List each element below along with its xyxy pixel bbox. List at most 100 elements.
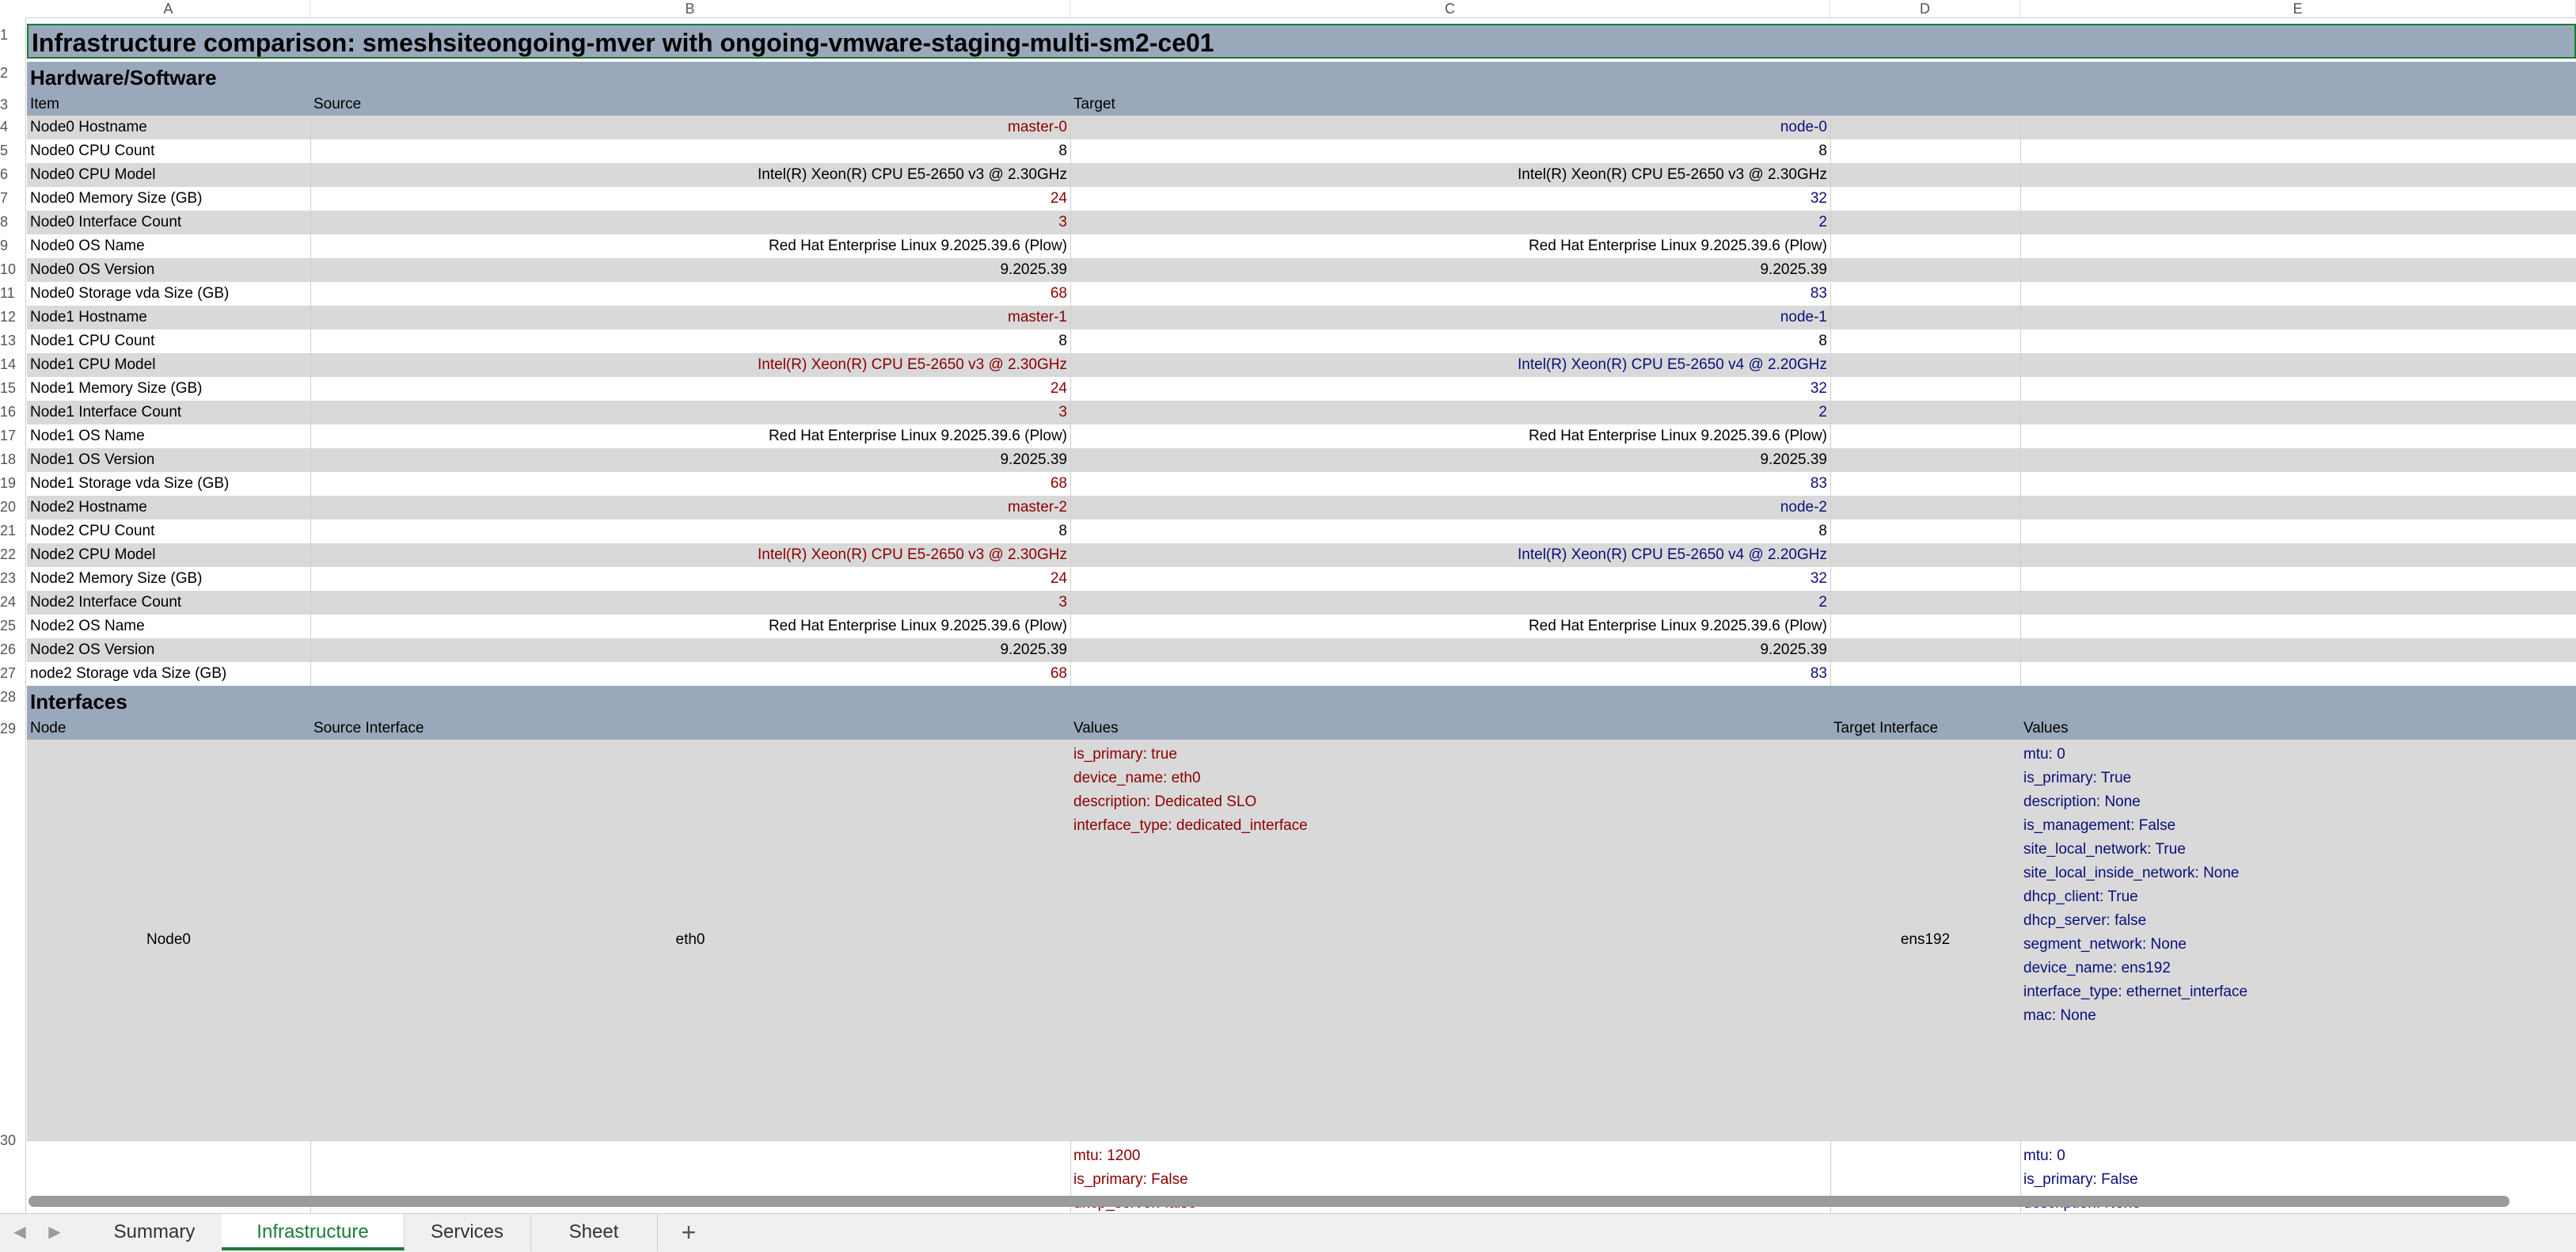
hw-source-cell[interactable]: 8 (310, 139, 1070, 163)
row-number[interactable]: 25 (0, 618, 25, 637)
hw-item-cell[interactable]: Node0 Storage vda Size (GB) (27, 282, 310, 306)
hw-table-row[interactable]: Node1 OS Name Red Hat Enterprise Linux 9.… (27, 424, 2576, 448)
hw-item-cell[interactable]: Node2 CPU Model (27, 543, 310, 567)
hw-target-cell[interactable]: 8 (1070, 329, 1830, 353)
hw-source-cell[interactable]: 8 (310, 329, 1070, 353)
hw-table-row[interactable]: Node0 CPU Model Intel(R) Xeon(R) CPU E5-2… (27, 163, 2576, 187)
row-number[interactable]: 1 (0, 27, 25, 46)
hw-target-cell[interactable]: Intel(R) Xeon(R) CPU E5-2650 v4 @ 2.20GH… (1070, 543, 1830, 567)
interface-row[interactable]: Node0 eth0 is_primary: true device_name:… (27, 740, 2576, 1140)
hw-table-row[interactable]: Node1 Hostname master-1 node-1 (27, 306, 2576, 329)
hw-target-cell[interactable]: 2 (1070, 211, 1830, 234)
row-number[interactable]: 2 (0, 65, 25, 84)
hw-item-cell[interactable]: Node0 CPU Count (27, 139, 310, 163)
hw-target-cell[interactable]: 32 (1070, 187, 1830, 211)
hw-item-cell[interactable]: Node1 Hostname (27, 306, 310, 329)
hw-source-cell[interactable]: master-0 (310, 116, 1070, 139)
hw-source-cell[interactable]: master-2 (310, 496, 1070, 519)
hw-target-cell[interactable]: 8 (1070, 519, 1830, 543)
hw-source-cell[interactable]: 3 (310, 401, 1070, 424)
row-number[interactable]: 11 (0, 285, 25, 304)
hw-source-cell[interactable]: 68 (310, 472, 1070, 496)
tab-services[interactable]: Services (404, 1214, 531, 1250)
row-number[interactable]: 18 (0, 451, 25, 470)
hw-target-cell[interactable]: 83 (1070, 282, 1830, 306)
hw-source-cell[interactable]: 8 (310, 519, 1070, 543)
hw-table-row[interactable]: Node1 Storage vda Size (GB) 68 83 (27, 472, 2576, 496)
hw-item-cell[interactable]: node2 Storage vda Size (GB) (27, 662, 310, 686)
hw-target-cell[interactable]: 2 (1070, 591, 1830, 615)
row-number[interactable]: 20 (0, 499, 25, 518)
hw-source-cell[interactable]: 68 (310, 282, 1070, 306)
hw-target-cell[interactable]: Red Hat Enterprise Linux 9.2025.39.6 (Pl… (1070, 615, 1830, 638)
if-header-row[interactable]: Node Source Interface Values Target Inte… (27, 717, 2576, 740)
hw-header-row[interactable]: Item Source Target (27, 93, 2576, 116)
hw-item-cell[interactable]: Node2 OS Name (27, 615, 310, 638)
hw-source-cell[interactable]: Red Hat Enterprise Linux 9.2025.39.6 (Pl… (310, 615, 1070, 638)
hw-item-cell[interactable]: Node2 Memory Size (GB) (27, 567, 310, 591)
hw-item-cell[interactable]: Node0 Memory Size (GB) (27, 187, 310, 211)
hw-table-row[interactable]: Node1 Memory Size (GB) 24 32 (27, 377, 2576, 401)
hw-target-cell[interactable]: node-1 (1070, 306, 1830, 329)
hw-table-row[interactable]: Node1 OS Version 9.2025.39 9.2025.39 (27, 448, 2576, 472)
column-header-d[interactable]: D (1830, 0, 2020, 17)
hw-item-cell[interactable]: Node2 Hostname (27, 496, 310, 519)
hw-item-cell[interactable]: Node0 Hostname (27, 116, 310, 139)
row-number[interactable]: 16 (0, 404, 25, 423)
hw-source-cell[interactable]: 3 (310, 211, 1070, 234)
hw-table-row[interactable]: Node2 CPU Model Intel(R) Xeon(R) CPU E5-2… (27, 543, 2576, 567)
hw-target-cell[interactable]: Red Hat Enterprise Linux 9.2025.39.6 (Pl… (1070, 424, 1830, 448)
hw-target-cell[interactable]: 8 (1070, 139, 1830, 163)
hw-item-cell[interactable]: Node2 OS Version (27, 638, 310, 662)
hw-table-row[interactable]: Node2 OS Name Red Hat Enterprise Linux 9.… (27, 615, 2576, 638)
hw-target-cell[interactable]: node-2 (1070, 496, 1830, 519)
hw-item-cell[interactable]: Node2 CPU Count (27, 519, 310, 543)
hw-table-row[interactable]: Node0 Memory Size (GB) 24 32 (27, 187, 2576, 211)
hw-item-cell[interactable]: Node1 CPU Count (27, 329, 310, 353)
row-number[interactable]: 22 (0, 546, 25, 565)
hw-item-cell[interactable]: Node0 Interface Count (27, 211, 310, 234)
hw-target-cell[interactable]: 9.2025.39 (1070, 448, 1830, 472)
hw-table-row[interactable]: Node0 Interface Count 3 2 (27, 211, 2576, 234)
hw-source-cell[interactable]: 9.2025.39 (310, 258, 1070, 282)
row-number[interactable]: 15 (0, 380, 25, 399)
row-number[interactable]: 24 (0, 594, 25, 613)
hw-table-row[interactable]: Node0 OS Name Red Hat Enterprise Linux 9.… (27, 234, 2576, 258)
hw-target-cell[interactable]: node-0 (1070, 116, 1830, 139)
hw-target-cell[interactable]: 2 (1070, 401, 1830, 424)
hw-table-row[interactable]: node2 Storage vda Size (GB) 68 83 (27, 662, 2576, 686)
hw-table-row[interactable]: Node1 CPU Model Intel(R) Xeon(R) CPU E5-2… (27, 353, 2576, 377)
row-number[interactable]: 9 (0, 238, 25, 257)
column-header-b[interactable]: B (310, 0, 1070, 17)
hw-source-cell[interactable]: Intel(R) Xeon(R) CPU E5-2650 v3 @ 2.30GH… (310, 353, 1070, 377)
hw-table-row[interactable]: Node0 CPU Count 8 8 (27, 139, 2576, 163)
hw-table-row[interactable]: Node0 OS Version 9.2025.39 9.2025.39 (27, 258, 2576, 282)
hw-item-cell[interactable]: Node1 OS Version (27, 448, 310, 472)
column-header-e[interactable]: E (2020, 0, 2576, 17)
hw-target-cell[interactable]: 9.2025.39 (1070, 258, 1830, 282)
hw-source-cell[interactable]: 9.2025.39 (310, 638, 1070, 662)
hw-item-cell[interactable]: Node1 Interface Count (27, 401, 310, 424)
interface-source-name[interactable]: eth0 (310, 740, 1070, 1140)
row-number[interactable]: 19 (0, 475, 25, 494)
hw-target-cell[interactable]: 83 (1070, 662, 1830, 686)
hw-source-cell[interactable]: 3 (310, 591, 1070, 615)
section-hardware-row[interactable]: Hardware/Software (27, 62, 2576, 93)
hw-target-cell[interactable]: 83 (1070, 472, 1830, 496)
row-number[interactable]: 3 (0, 97, 25, 116)
hw-target-cell[interactable]: 32 (1070, 567, 1830, 591)
row-number[interactable]: 26 (0, 641, 25, 660)
section-interfaces-row[interactable]: Interfaces (27, 686, 2576, 717)
hw-item-cell[interactable]: Node1 OS Name (27, 424, 310, 448)
hw-source-cell[interactable]: 9.2025.39 (310, 448, 1070, 472)
tab-infrastructure[interactable]: Infrastructure (222, 1214, 405, 1250)
row-number[interactable]: 27 (0, 665, 25, 684)
hw-source-cell[interactable]: Intel(R) Xeon(R) CPU E5-2650 v3 @ 2.30GH… (310, 543, 1070, 567)
row-number[interactable]: 7 (0, 190, 25, 209)
hw-source-cell[interactable]: Red Hat Enterprise Linux 9.2025.39.6 (Pl… (310, 234, 1070, 258)
row-number[interactable]: 4 (0, 119, 25, 138)
hw-target-cell[interactable]: Intel(R) Xeon(R) CPU E5-2650 v3 @ 2.30GH… (1070, 163, 1830, 187)
hw-source-cell[interactable]: Red Hat Enterprise Linux 9.2025.39.6 (Pl… (310, 424, 1070, 448)
hw-source-cell[interactable]: 24 (310, 567, 1070, 591)
hw-target-cell[interactable]: Intel(R) Xeon(R) CPU E5-2650 v4 @ 2.20GH… (1070, 353, 1830, 377)
